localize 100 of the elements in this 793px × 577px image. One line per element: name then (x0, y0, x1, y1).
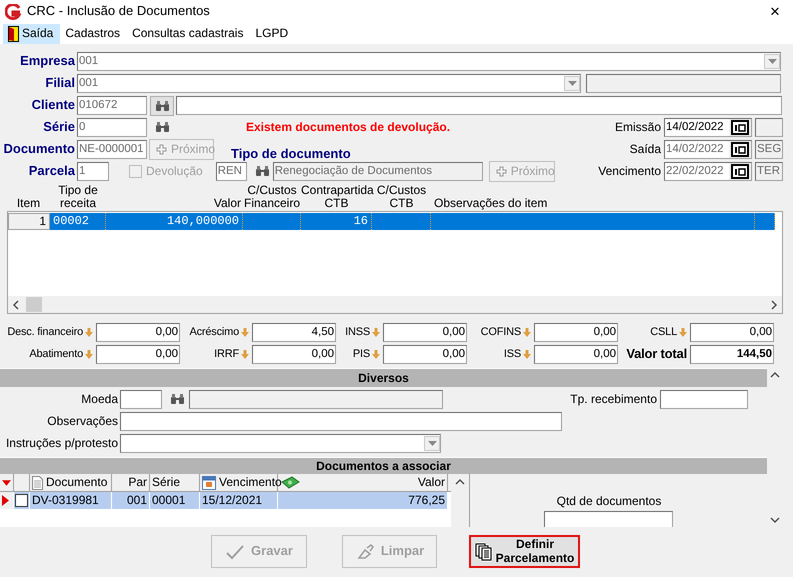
field-label: IRRF (214, 348, 239, 361)
amount-field[interactable]: 0,00 (383, 345, 467, 364)
column-header: Série (152, 476, 180, 490)
amount-field[interactable]: 0,00 (252, 345, 336, 364)
money-icon (280, 476, 300, 490)
down-arrow-icon (85, 350, 93, 359)
column-header: Valor (418, 476, 445, 490)
dropdown-icon[interactable] (764, 54, 780, 69)
field-label: Cliente (30, 98, 76, 113)
field-label: Instruções p/protesto (4, 436, 119, 450)
scroll-down-icon[interactable] (770, 517, 780, 524)
empresa-field[interactable]: 001 (77, 52, 781, 71)
observacoes-field[interactable] (120, 412, 562, 431)
column-header: Documento (46, 476, 108, 490)
amount-field[interactable]: 0,00 (96, 345, 180, 364)
menu-item[interactable]: Cadastros (60, 24, 128, 44)
amount-field[interactable]: 0,00 (534, 345, 618, 364)
sort-icon[interactable] (0, 474, 14, 491)
close-button[interactable]: × (763, 3, 787, 20)
down-arrow-icon (241, 350, 249, 359)
documento-field[interactable]: NE-0000001 (77, 140, 147, 159)
table-cell: 00002 (50, 213, 106, 230)
field-label: Saída (630, 142, 662, 156)
section-header: Documentos a associar (0, 457, 767, 474)
amount-field[interactable]: 4,50 (252, 323, 336, 342)
scroll-up-icon[interactable] (455, 478, 465, 485)
column-header: Contrapartida CTB (301, 184, 372, 211)
dropdown-icon[interactable] (424, 436, 440, 451)
field-label: Valor total (626, 347, 687, 362)
field-label: Série (42, 120, 76, 135)
date-field[interactable]: 14/02/2022 (664, 118, 752, 137)
column-header: C/Custos CTB (376, 184, 428, 211)
row-checkbox[interactable] (15, 494, 28, 507)
tp-recebimento-field[interactable] (660, 390, 748, 409)
menu-item[interactable]: LGPD (250, 24, 296, 44)
plus-icon (496, 166, 507, 177)
field-label: COFINS (480, 326, 521, 339)
grid-row[interactable]: 1 00002 140,000000 16 (8, 213, 775, 230)
checkmark-icon (225, 544, 246, 560)
tipo-description-field[interactable]: Renegociação de Documentos (272, 162, 483, 181)
down-arrow-icon (372, 350, 380, 359)
window-title: CRC - Inclusão de Documentos (27, 4, 211, 19)
table-cell: 15/12/2021 (200, 492, 278, 509)
instrucoes-dropdown[interactable] (120, 434, 441, 453)
field-label: Empresa (19, 54, 76, 69)
amount-field[interactable]: 0,00 (690, 323, 774, 342)
field-label: INSS (345, 326, 370, 339)
binoculars-icon[interactable] (254, 164, 270, 178)
grid-row[interactable]: DV-0319981 001 00001 15/12/2021 776,25 (0, 492, 451, 509)
field-label: CSLL (650, 326, 677, 339)
vertical-scrollbar[interactable] (451, 474, 469, 527)
app-logo-icon (5, 4, 21, 20)
cliente-name-field[interactable] (176, 96, 782, 115)
menu-item[interactable]: Saída (3, 24, 60, 44)
calendar-icon[interactable] (729, 119, 751, 136)
menu-item[interactable]: Consultas cadastrais (127, 24, 250, 44)
scrollbar-thumb[interactable] (26, 297, 42, 312)
parcela-field[interactable]: 1 (77, 162, 109, 181)
action-button[interactable]: Definir Parcelamento (469, 535, 580, 568)
field-label: Qtd de documentos (556, 495, 662, 509)
binoculars-icon[interactable] (155, 120, 170, 134)
cliente-field[interactable]: 010672 (77, 96, 147, 115)
column-header: Tipo de receita (57, 184, 99, 211)
amount-field[interactable]: 0,00 (534, 323, 618, 342)
field-label: Filial (44, 76, 76, 91)
amount-field[interactable]: 0,00 (96, 323, 180, 342)
table-cell: 140,000000 (106, 213, 243, 230)
down-arrow-icon (523, 328, 531, 337)
table-cell: 00001 (150, 492, 200, 509)
calendar-icon (202, 476, 216, 490)
serie-field[interactable]: 0 (77, 118, 147, 137)
field-label: Vencimento (598, 164, 662, 178)
section-header: Diversos (0, 368, 767, 387)
plus-icon (156, 144, 167, 155)
binoculars-icon[interactable] (150, 96, 174, 116)
amount-field[interactable]: 0,00 (383, 323, 467, 342)
horizontal-scrollbar[interactable] (8, 296, 782, 313)
field-label: Moeda (80, 392, 119, 406)
moeda-name-field[interactable] (189, 390, 443, 409)
row-number: 1 (8, 213, 50, 230)
tipo-code-field[interactable]: REN (216, 162, 247, 181)
table-cell: 776,25 (278, 492, 448, 509)
column-header: Par (128, 476, 147, 490)
field-label: Acréscimo (189, 326, 239, 339)
field-label: Desc. financeiro (7, 326, 83, 339)
binoculars-icon[interactable] (170, 392, 185, 406)
down-arrow-icon (372, 328, 380, 337)
dropdown-icon[interactable] (564, 76, 580, 91)
down-arrow-icon (679, 328, 687, 337)
filial-field[interactable]: 001 (77, 74, 581, 93)
weekday-field[interactable] (755, 118, 783, 137)
down-arrow-icon (523, 350, 531, 359)
moeda-field[interactable] (120, 390, 162, 409)
filial-name-field[interactable] (586, 74, 781, 93)
pages-icon (474, 542, 493, 560)
down-arrow-icon (241, 328, 249, 337)
column-header: Valor (212, 196, 242, 211)
amount-field[interactable]: 144,50 (690, 345, 774, 364)
scroll-up-icon[interactable] (770, 371, 780, 378)
qtd-documentos-field[interactable] (544, 511, 673, 527)
